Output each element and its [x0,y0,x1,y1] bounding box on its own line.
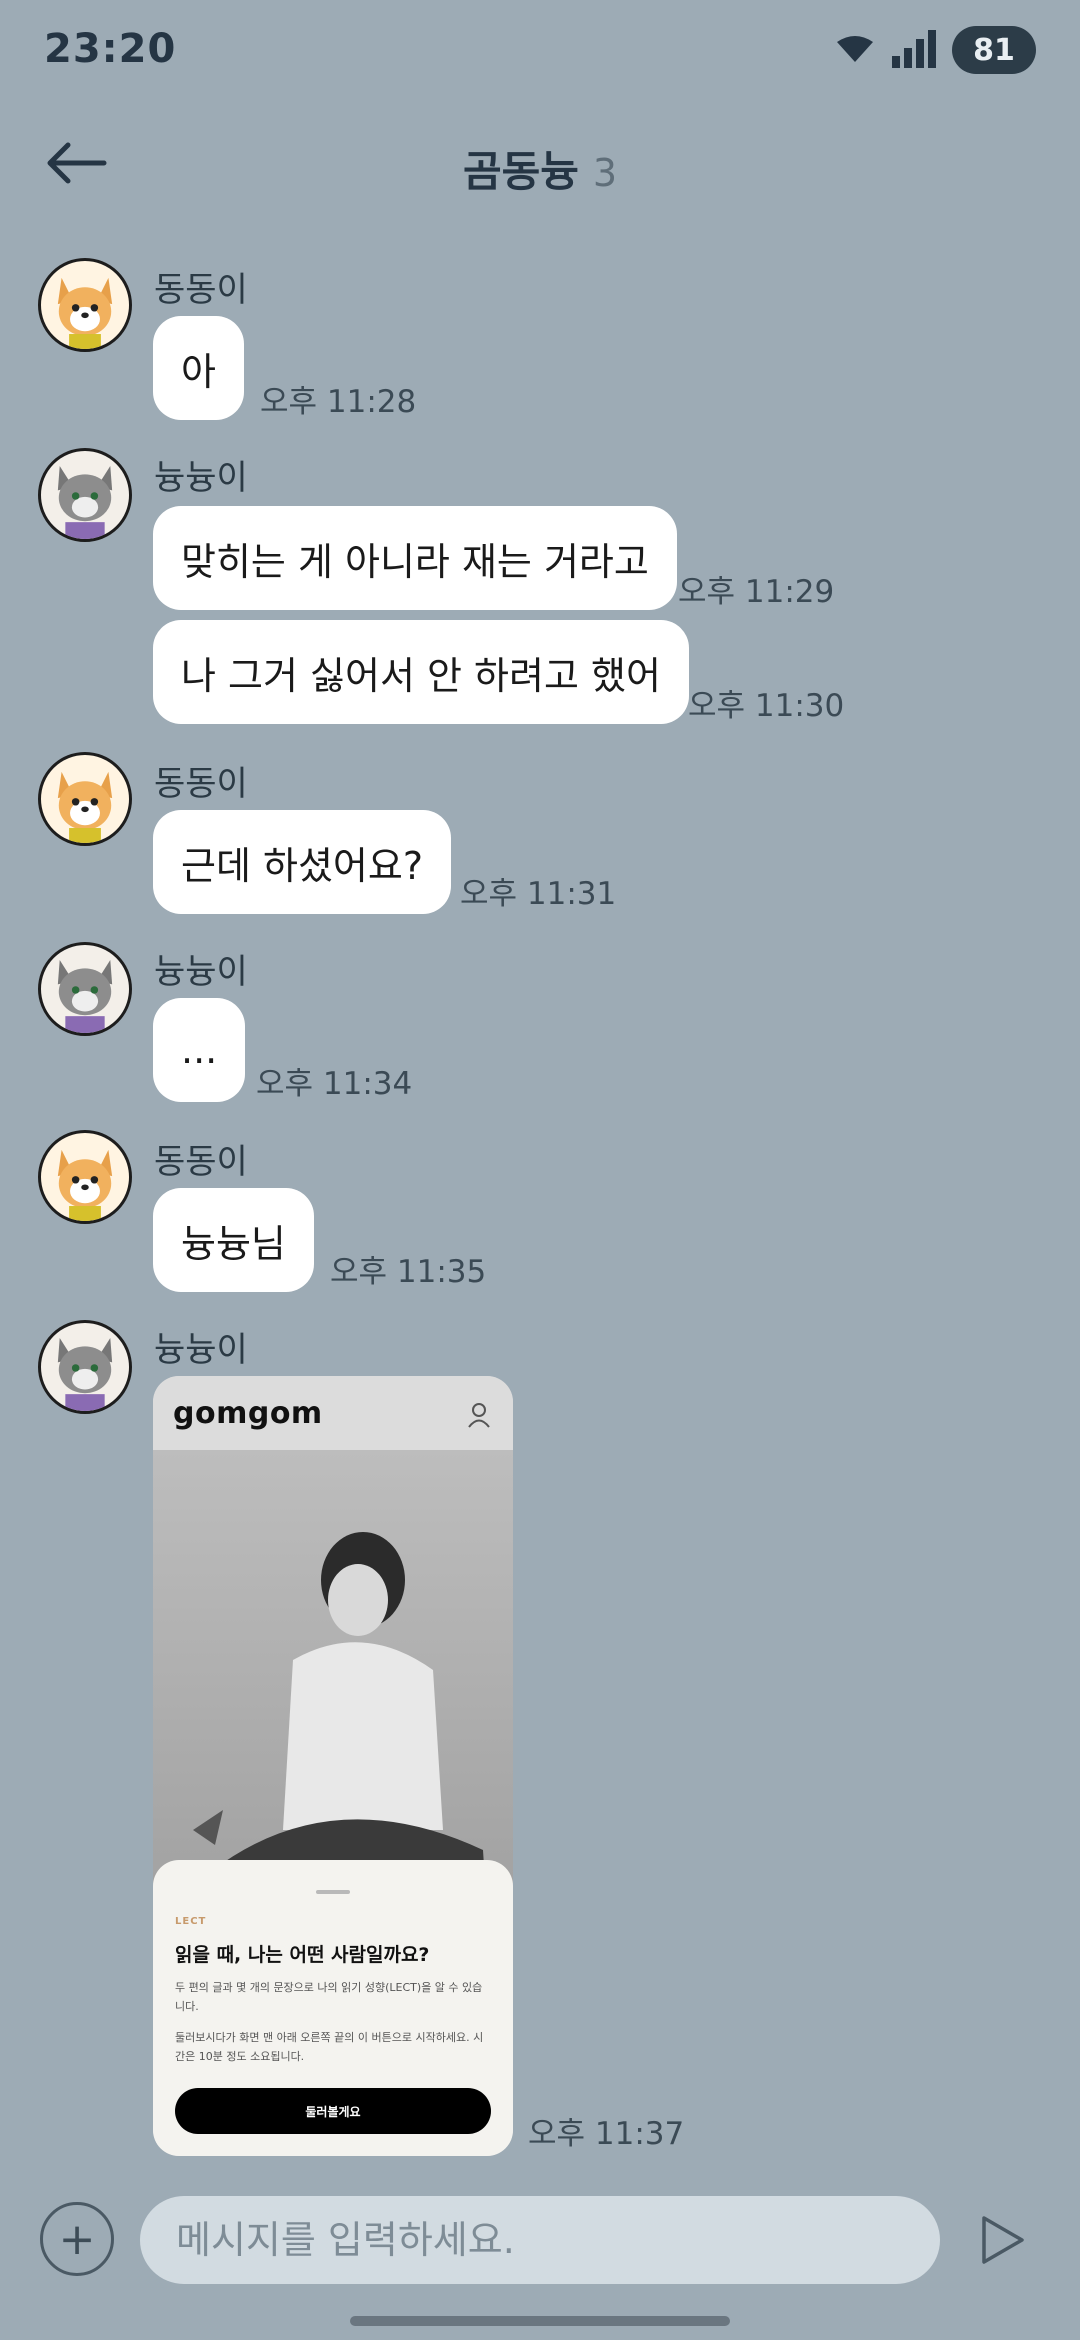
message-bubble[interactable]: 맞히는 게 아니라 재는 거라고 [153,506,677,610]
message-time: 오후 11:28 [260,384,417,420]
message-time: 오후 11:30 [688,688,845,724]
dog-avatar[interactable] [38,258,132,352]
sender-name: 늉늉이 [154,952,248,992]
status-bar: 23:20 81 [0,0,1080,100]
signal-icon [892,30,936,68]
sheet-description: 두 편의 글과 몇 개의 문장으로 나의 읽기 성향(LECT)을 알 수 있습… [175,1981,483,2013]
member-count: 3 [592,151,618,195]
chat-title: 곰동늉 3 [0,138,1080,199]
sender-name: 동동이 [154,1142,248,1182]
dog-avatar[interactable] [38,752,132,846]
sender-name: 동동이 [154,270,248,310]
sheet-heading: 읽을 때, 나는 어떤 사람일까요? [175,1944,430,1966]
sheet-instruction: 둘러보시다가 화면 맨 아래 오른쪽 끝의 이 버튼으로 시작하세요. 시간은 … [175,2031,484,2063]
message-input[interactable] [140,2196,940,2284]
browse-button: 둘러볼게요 [175,2088,491,2134]
status-time: 23:20 [44,26,177,72]
user-icon [468,1403,490,1428]
wifi-icon [837,36,873,62]
plus-icon[interactable]: + [40,2202,114,2276]
message-time: 오후 11:37 [528,2116,685,2152]
message-time: 오후 11:34 [256,1066,413,1102]
message-bubble[interactable]: ... [153,998,246,1102]
sheet-handle [316,1890,350,1894]
message-bubble[interactable]: 늉늉님 [153,1188,314,1292]
chat-header: 곰동늉 3 [0,120,1080,210]
message-bubble[interactable]: 근데 하셨어요? [153,810,452,914]
message-bubble[interactable]: 아 [153,316,244,420]
cat-avatar[interactable] [38,448,132,542]
dog-avatar[interactable] [38,1130,132,1224]
sheet-tag: LECT [175,1916,207,1927]
message-time: 오후 11:35 [330,1254,487,1290]
bottom-sheet: LECT 읽을 때, 나는 어떤 사람일까요? 두 편의 글과 몇 개의 문장으… [153,1860,513,2156]
screenshot-app-bar: gomgom [153,1376,513,1450]
message-time: 오후 11:31 [460,876,617,912]
cat-avatar[interactable] [38,942,132,1036]
sender-name: 늉늉이 [154,1330,248,1370]
chat-title-text: 곰동늉 [462,147,579,196]
message-composer: + [0,2180,1080,2300]
cat-avatar[interactable] [38,1320,132,1414]
gomgom-logo: gomgom [173,1396,323,1431]
battery-indicator: 81 [952,26,1036,74]
send-icon[interactable] [978,2214,1026,2266]
message-bubble[interactable]: 나 그거 싫어서 안 하려고 했어 [153,620,689,724]
sender-name: 동동이 [154,764,248,804]
sender-name: 늉늉이 [154,458,248,498]
message-time: 오후 11:29 [678,574,835,610]
image-message[interactable]: gomgom LECT 읽을 때, 나는 어떤 사람일까요? 두 편의 글과 몇… [153,1376,513,2156]
home-indicator [350,2316,730,2326]
